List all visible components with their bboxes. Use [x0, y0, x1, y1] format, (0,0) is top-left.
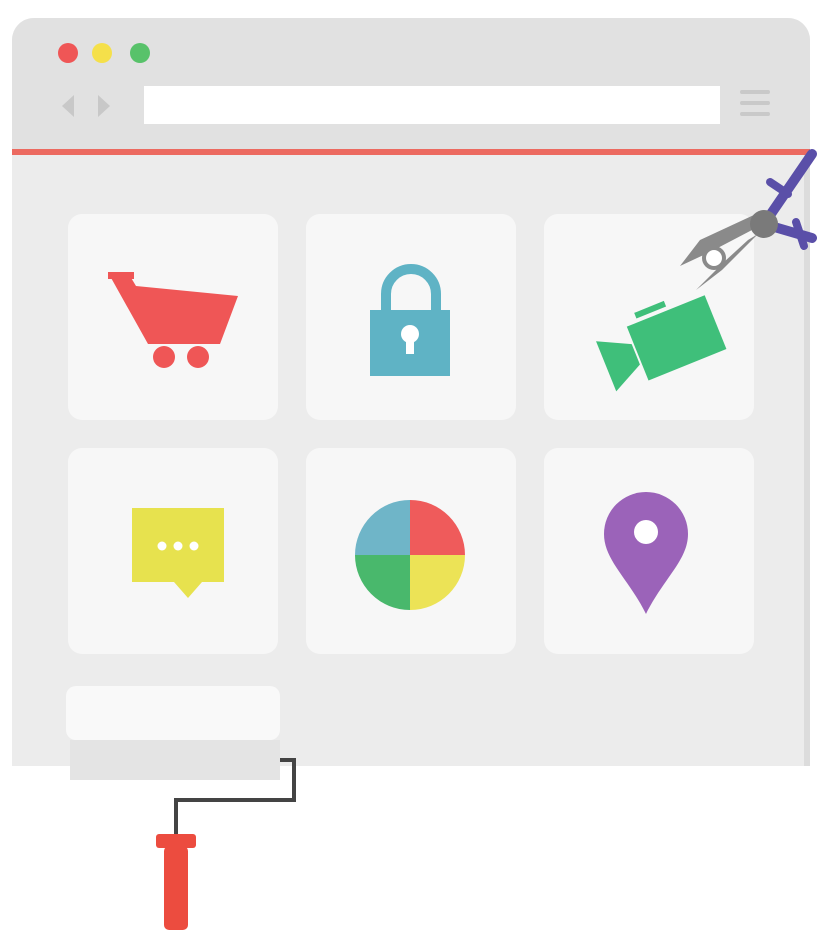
illustration-stage	[0, 0, 818, 933]
back-arrow-icon[interactable]	[58, 93, 80, 119]
window-right-edge	[804, 155, 810, 766]
video-camera-icon	[596, 295, 727, 392]
tile-pie-chart[interactable]	[306, 448, 516, 654]
padlock-icon	[370, 264, 450, 376]
pie-chart-icon	[355, 500, 465, 610]
tile-video-camera[interactable]	[544, 214, 754, 420]
browser-window	[12, 18, 810, 766]
address-bar-input[interactable]	[144, 86, 720, 124]
hamburger-menu-icon[interactable]	[740, 90, 770, 124]
tile-chat-bubble[interactable]	[68, 448, 278, 654]
minimize-window-button[interactable]	[92, 43, 112, 63]
tile-map-pin[interactable]	[544, 448, 754, 654]
chat-bubble-icon	[132, 508, 224, 598]
tile-padlock[interactable]	[306, 214, 516, 420]
map-pin-icon	[604, 492, 688, 614]
paint-roller-icon	[70, 740, 296, 930]
shopping-cart-icon	[108, 272, 238, 368]
forward-arrow-icon[interactable]	[92, 93, 114, 119]
tile-shopping-cart[interactable]	[68, 214, 278, 420]
close-window-button[interactable]	[58, 43, 78, 63]
maximize-window-button[interactable]	[130, 43, 150, 63]
toolbar-accent-line	[12, 149, 810, 155]
placeholder-card	[66, 686, 280, 740]
browser-titlebar	[12, 18, 810, 151]
